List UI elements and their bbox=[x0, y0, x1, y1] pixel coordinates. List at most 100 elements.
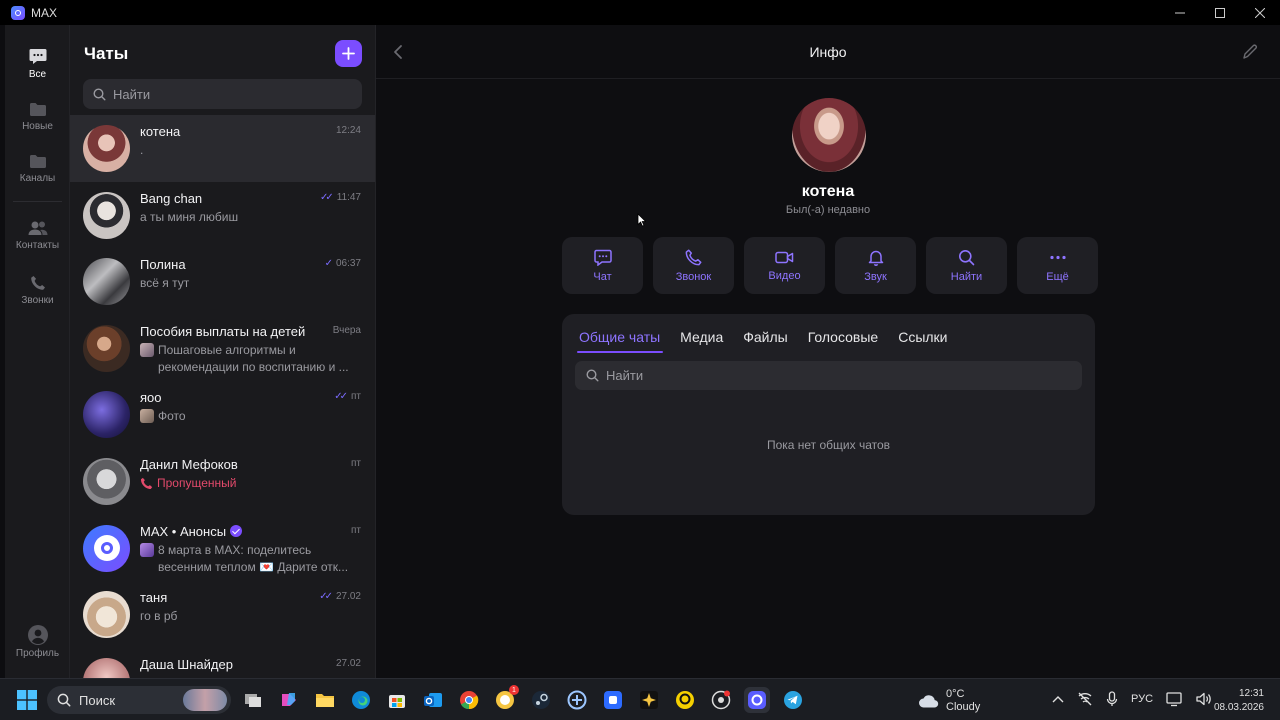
chat-name: MAX • Анонсы bbox=[140, 523, 227, 539]
search-highlight-image bbox=[183, 689, 227, 711]
taskbar-search[interactable]: Поиск bbox=[47, 686, 231, 714]
chat-name: котена bbox=[140, 124, 181, 139]
chat-time: ✓✓ пт bbox=[334, 391, 361, 402]
chat-row[interactable]: Полина ✓ 06:37 всё я тут bbox=[70, 248, 375, 315]
language-indicator[interactable]: РУС bbox=[1131, 693, 1153, 705]
chrome-icon[interactable] bbox=[456, 687, 482, 713]
action-search-button[interactable]: Найти bbox=[926, 237, 1007, 294]
system-tray: РУС bbox=[1052, 691, 1211, 707]
chat-preview: го в рб bbox=[140, 608, 355, 625]
telegram-icon[interactable] bbox=[780, 687, 806, 713]
avatar bbox=[83, 657, 130, 678]
tab-files[interactable]: Файлы bbox=[743, 329, 787, 353]
chat-time-text: пт bbox=[351, 457, 361, 469]
shared-search-input[interactable]: Найти bbox=[575, 361, 1082, 390]
rail-item-profile[interactable]: Профиль bbox=[5, 625, 70, 659]
folder-icon bbox=[29, 155, 46, 168]
action-sound-button[interactable]: Звук bbox=[835, 237, 916, 294]
shared-search-placeholder: Найти bbox=[606, 368, 644, 383]
close-button[interactable] bbox=[1240, 0, 1280, 25]
avatar bbox=[83, 391, 130, 439]
system-clock[interactable]: 12:31 08.03.2026 bbox=[1212, 687, 1264, 715]
chat-row[interactable]: таня ✓✓ 27.02 го в рб bbox=[70, 581, 375, 648]
max-app-icon[interactable] bbox=[744, 687, 770, 713]
outlook-icon[interactable] bbox=[420, 687, 446, 713]
no-network-icon[interactable] bbox=[1077, 691, 1093, 707]
chat-preview: 8 марта в MAX: поделитесь весенним тепло… bbox=[140, 542, 355, 576]
display-icon[interactable] bbox=[1166, 691, 1182, 707]
yellow-app-icon[interactable] bbox=[672, 687, 698, 713]
maximize-button[interactable] bbox=[1200, 0, 1240, 25]
weather-widget[interactable]: 0°C Cloudy bbox=[918, 688, 980, 714]
profile-actions: Чат Звонок Видео Звук Найти Ещё bbox=[562, 237, 1098, 294]
chat-row[interactable]: Даша Шнайдер 27.02 bbox=[70, 648, 375, 678]
chat-preview-text: Пошаговые алгоритмы и рекомендации по во… bbox=[158, 342, 349, 374]
tab-links[interactable]: Ссылки bbox=[898, 329, 947, 353]
avatar bbox=[83, 457, 130, 505]
chat-preview-text: 8 марта в MAX: поделитесь весенним тепло… bbox=[158, 542, 349, 574]
microsoft-store-icon[interactable] bbox=[384, 687, 410, 713]
task-view-icon[interactable] bbox=[240, 687, 266, 713]
chat-row[interactable]: Пособия выплаты на детей Вчера Пошаговые… bbox=[70, 315, 375, 382]
chat-time-text: 11:47 bbox=[336, 191, 361, 203]
action-more-button[interactable]: Ещё bbox=[1017, 237, 1098, 294]
spark-app-icon[interactable] bbox=[636, 687, 662, 713]
read-checks-icon: ✓✓ bbox=[319, 591, 333, 603]
action-chat-button[interactable]: Чат bbox=[562, 237, 643, 294]
edit-button[interactable] bbox=[1242, 44, 1258, 60]
minimize-button[interactable] bbox=[1160, 0, 1200, 25]
windows-taskbar: Поиск 1 0°C Cloudy РУС 12:31 08.03.2026 bbox=[0, 678, 1280, 720]
volume-icon[interactable] bbox=[1195, 691, 1211, 707]
chat-row[interactable]: Данил Мефоков пт Пропущенный bbox=[70, 448, 375, 515]
app-circle-icon[interactable] bbox=[564, 687, 590, 713]
rail-item-calls[interactable]: Звонки bbox=[5, 275, 70, 306]
steam-icon[interactable] bbox=[528, 687, 554, 713]
rail-item-new[interactable]: Новые bbox=[5, 102, 70, 132]
media-thumbnail bbox=[140, 542, 154, 557]
chats-panel: Чаты Найти котена 12:24 . Bang chan ✓✓ 11… bbox=[70, 25, 376, 678]
tab-voice[interactable]: Голосовые bbox=[808, 329, 878, 353]
blue-app-icon[interactable] bbox=[600, 687, 626, 713]
rail-label-new: Новые bbox=[22, 121, 53, 132]
chat-preview-text: всё я тут bbox=[140, 276, 190, 291]
chat-name: Пособия выплаты на детей bbox=[140, 323, 306, 339]
chat-row[interactable]: яоо ✓✓ пт Фото bbox=[70, 381, 375, 448]
rail-item-all[interactable]: Все bbox=[5, 48, 70, 80]
rail-item-channels[interactable]: Каналы bbox=[5, 154, 70, 184]
pencil-icon bbox=[1243, 44, 1257, 59]
tab-common-chats[interactable]: Общие чаты bbox=[576, 329, 664, 353]
rail-item-contacts[interactable]: Контакты bbox=[5, 220, 70, 251]
action-video-button[interactable]: Видео bbox=[744, 237, 825, 294]
chat-preview-text: Фото bbox=[158, 409, 186, 424]
chat-time: ✓✓ 11:47 bbox=[320, 192, 361, 203]
avatar bbox=[83, 524, 130, 572]
cloud-icon bbox=[919, 695, 939, 708]
search-icon bbox=[586, 369, 599, 382]
rail-label-profile: Профиль bbox=[15, 648, 60, 659]
chat-search-input[interactable]: Найти bbox=[83, 79, 362, 109]
microphone-icon[interactable] bbox=[1106, 691, 1118, 707]
profile-status: Был(-а) недавно bbox=[785, 204, 871, 216]
action-label: Чат bbox=[593, 270, 612, 283]
windows-logo-icon bbox=[17, 690, 37, 710]
chevron-up-icon[interactable] bbox=[1052, 695, 1064, 703]
copilot-icon[interactable] bbox=[276, 687, 302, 713]
obs-icon[interactable] bbox=[708, 687, 734, 713]
file-explorer-icon[interactable] bbox=[312, 687, 338, 713]
chat-row[interactable]: котена 12:24 . bbox=[70, 115, 375, 182]
chat-name: Bang chan bbox=[140, 190, 203, 206]
chat-row[interactable]: Bang chan ✓✓ 11:47 а ты миня любиш bbox=[70, 182, 375, 249]
info-panel: Инфо котена Был(-а) недавно Чат Звонок В… bbox=[376, 25, 1280, 678]
chat-list: котена 12:24 . Bang chan ✓✓ 11:47 а ты ми… bbox=[70, 115, 375, 678]
edge-browser-icon[interactable] bbox=[348, 687, 374, 713]
window-title-bar: MAX bbox=[0, 0, 1280, 25]
action-call-button[interactable]: Звонок bbox=[653, 237, 734, 294]
tab-media[interactable]: Медиа bbox=[680, 329, 723, 353]
chat-row[interactable]: MAX • Анонсы пт 8 марта в MAX: поделитес… bbox=[70, 515, 375, 582]
messenger-app-icon[interactable]: 1 bbox=[492, 685, 519, 713]
chat-preview-text: Пропущенный bbox=[157, 475, 237, 490]
new-chat-button[interactable] bbox=[335, 40, 362, 67]
start-button[interactable] bbox=[17, 690, 37, 710]
profile-avatar[interactable] bbox=[792, 98, 866, 172]
chat-preview: Пропущенный bbox=[140, 475, 355, 492]
